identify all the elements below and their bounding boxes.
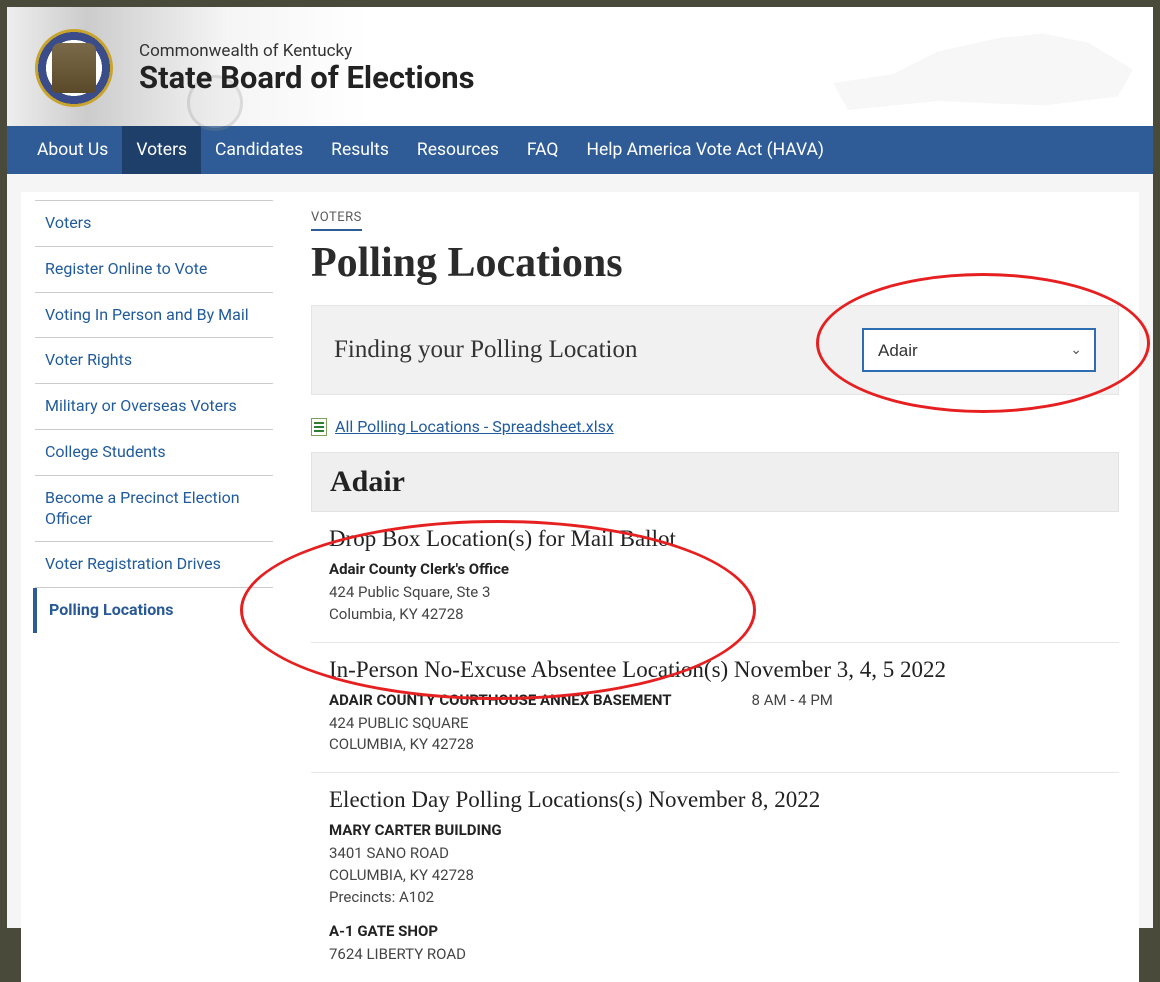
county-name: Adair (330, 465, 1100, 499)
location-name: A-1 GATE SHOP (329, 922, 1101, 940)
location-address-1: 424 Public Square, Ste 3 (329, 582, 1101, 604)
location-hours: 8 AM - 4 PM (752, 691, 833, 709)
location-address-2: Columbia, KY 42728 (329, 604, 1101, 626)
location-address-1: 424 PUBLIC SQUARE (329, 713, 672, 735)
breadcrumb: VOTERS (311, 210, 362, 231)
nav-faq[interactable]: FAQ (513, 126, 573, 174)
nav-results[interactable]: Results (317, 126, 403, 174)
finder-label: Finding your Polling Location (334, 336, 637, 364)
section-election-day: Election Day Polling Locations(s) Novemb… (311, 773, 1119, 982)
nav-about-us[interactable]: About Us (23, 126, 122, 174)
sidebar-item-college[interactable]: College Students (35, 430, 273, 476)
sidebar-item-register[interactable]: Register Online to Vote (35, 247, 273, 293)
section-title: In-Person No-Excuse Absentee Location(s)… (329, 657, 1101, 683)
section-title: Drop Box Location(s) for Mail Ballot (329, 526, 1101, 552)
location-name: ADAIR COUNTY COURTHOUSE ANNEX BASEMENT (329, 691, 672, 709)
county-select[interactable]: Adair (862, 328, 1096, 372)
location-address-2: COLUMBIA, KY 42728 (329, 865, 1101, 887)
section-absentee: In-Person No-Excuse Absentee Location(s)… (311, 643, 1119, 774)
location-precincts: Precincts: A102 (329, 887, 1101, 909)
state-seal-icon (35, 29, 113, 107)
header-subtitle: Commonwealth of Kentucky (139, 41, 475, 61)
sidebar-item-voting-method[interactable]: Voting In Person and By Mail (35, 293, 273, 339)
sidebar-item-precinct-officer[interactable]: Become a Precinct Election Officer (35, 476, 273, 543)
nav-voters[interactable]: Voters (122, 126, 201, 174)
page-title: Polling Locations (311, 239, 1119, 287)
main-content: VOTERS Polling Locations Finding your Po… (287, 192, 1139, 982)
nav-hava[interactable]: Help America Vote Act (HAVA) (572, 126, 837, 174)
main-nav: About Us Voters Candidates Results Resou… (7, 126, 1153, 174)
county-header: Adair (311, 452, 1119, 512)
finder-panel: Finding your Polling Location Adair ⌄ (311, 305, 1119, 395)
site-header: Commonwealth of Kentucky State Board of … (7, 7, 1153, 126)
section-title: Election Day Polling Locations(s) Novemb… (329, 787, 1101, 813)
section-dropbox: Drop Box Location(s) for Mail Ballot Ada… (311, 512, 1119, 643)
location-name: Adair County Clerk's Office (329, 560, 1101, 578)
sidebar-item-voters[interactable]: Voters (35, 200, 273, 247)
nav-candidates[interactable]: Candidates (201, 126, 317, 174)
location-name: MARY CARTER BUILDING (329, 821, 1101, 839)
sidebar-item-military[interactable]: Military or Overseas Voters (35, 384, 273, 430)
header-title: State Board of Elections (139, 59, 475, 96)
state-outline-icon (833, 29, 1133, 119)
location-address-2: COLUMBIA, KY 42728 (329, 734, 672, 756)
sidebar: Voters Register Online to Vote Voting In… (21, 192, 287, 633)
sidebar-item-polling-locations[interactable]: Polling Locations (33, 588, 273, 633)
sidebar-item-voter-rights[interactable]: Voter Rights (35, 338, 273, 384)
location-address-1: 3401 SANO ROAD (329, 843, 1101, 865)
spreadsheet-icon (311, 418, 327, 436)
nav-resources[interactable]: Resources (403, 126, 513, 174)
sidebar-item-reg-drives[interactable]: Voter Registration Drives (35, 542, 273, 588)
download-all-link[interactable]: All Polling Locations - Spreadsheet.xlsx (335, 417, 614, 436)
location-address-1: 7624 LIBERTY ROAD (329, 944, 1101, 966)
